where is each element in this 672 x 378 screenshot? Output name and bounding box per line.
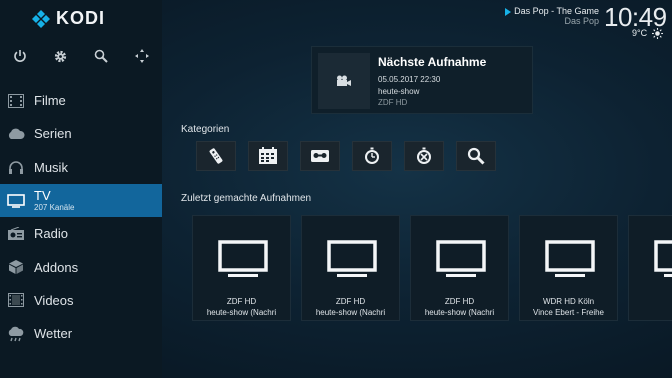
- recording-program: heute-show (Nachri: [206, 308, 277, 317]
- tv-icon: [327, 240, 377, 277]
- category-search[interactable]: [456, 141, 496, 171]
- sidebar-item-addons[interactable]: Addons: [0, 250, 162, 283]
- search-icon: [467, 147, 485, 165]
- sidebar-item-musik[interactable]: Musik: [0, 151, 162, 184]
- channel-count: 207 Kanäle: [34, 202, 75, 212]
- sidebar: KODI Filme Serien Musik TV 207 Kanäle Ra…: [0, 0, 162, 378]
- category-row: [196, 141, 496, 171]
- recording-card[interactable]: WDR HD Köln Vince Ebert - Freihe: [519, 215, 618, 321]
- tv-icon: [436, 240, 486, 277]
- sidebar-item-wetter[interactable]: Wetter: [0, 317, 162, 350]
- recording-channel: WDR HD Köln: [542, 297, 595, 306]
- sidebar-item-tv[interactable]: TV 207 Kanäle: [0, 183, 162, 218]
- logo-text: KODI: [56, 8, 105, 28]
- recordings-icon: [311, 150, 329, 162]
- recording-card[interactable]: ZDF HD heute-show (Nachri: [192, 215, 291, 321]
- camera-icon: [337, 75, 351, 86]
- recording-program: Vince Ebert - Freihe: [533, 308, 604, 317]
- kodi-logo-icon: [32, 9, 50, 28]
- sidebar-item-radio[interactable]: Radio: [0, 217, 162, 250]
- recent-recordings-list: ZDF HD heute-show (Nachri ZDF HD heute-s…: [192, 215, 672, 321]
- recording-card[interactable]: ZDF HD heute-show (Nachri: [301, 215, 400, 321]
- category-recordings[interactable]: [300, 141, 340, 171]
- kodi-logo[interactable]: KODI: [32, 8, 105, 29]
- now-playing[interactable]: Das Pop - The Game Das Pop: [503, 6, 599, 26]
- now-playing-channel: Das Pop: [564, 16, 599, 26]
- recording-channel: ZDF HD: [226, 297, 257, 306]
- tv-icon: [0, 193, 34, 208]
- next-recording-show: heute-show: [378, 87, 420, 96]
- timer-rules-icon: [417, 147, 431, 164]
- recording-thumbnail: [318, 53, 370, 109]
- recording-channel: ZDF HD: [335, 297, 366, 306]
- sidebar-item-label: Addons: [34, 259, 79, 275]
- timer-icon: [365, 147, 379, 164]
- sidebar-item-label: TV: [34, 188, 51, 204]
- tv-icon: [654, 240, 672, 277]
- addons-box-icon: [0, 259, 34, 275]
- recording-program: heute-show (Nachri: [424, 308, 495, 317]
- sidebar-item-serien[interactable]: Serien: [0, 117, 162, 150]
- temperature: 9°C: [632, 28, 648, 38]
- epg-guide-icon: [259, 147, 277, 164]
- weather-sun-icon: [652, 28, 663, 39]
- tv-icon: [218, 240, 268, 277]
- next-recording-card[interactable]: Nächste Aufnahme 05.05.2017 22:30 heute-…: [311, 46, 533, 114]
- next-recording-date: 05.05.2017 22:30: [378, 75, 441, 84]
- now-playing-title: Das Pop - The Game: [514, 6, 599, 16]
- search-icon[interactable]: [81, 46, 122, 66]
- headphones-icon: [0, 160, 34, 175]
- remote-icon: [209, 148, 223, 164]
- categories-heading: Kategorien: [181, 124, 230, 135]
- category-timer-rules[interactable]: [404, 141, 444, 171]
- sidebar-item-label: Radio: [34, 226, 68, 242]
- cloud-icon: [0, 128, 34, 140]
- tv-icon: [545, 240, 595, 277]
- film-icon: [0, 93, 34, 108]
- recording-card-partial[interactable]: [628, 215, 672, 321]
- category-timers[interactable]: [352, 141, 392, 171]
- power-icon[interactable]: [0, 46, 41, 66]
- video-strip-icon: [0, 293, 34, 308]
- recording-channel: ZDF HD: [444, 297, 475, 306]
- sidebar-item-label: Serien: [34, 126, 72, 142]
- sidebar-item-label: Musik: [34, 159, 68, 175]
- top-icon-bar: [0, 46, 162, 66]
- recording-card[interactable]: ZDF HD heute-show (Nachri: [410, 215, 509, 321]
- main-menu: Filme Serien Musik TV 207 Kanäle Radio A…: [0, 84, 162, 350]
- sidebar-item-label: Videos: [34, 292, 74, 308]
- gear-icon[interactable]: [41, 46, 82, 66]
- category-guide[interactable]: [248, 141, 288, 171]
- fullscreen-icon[interactable]: [122, 46, 163, 66]
- radio-icon: [0, 226, 34, 241]
- category-remote[interactable]: [196, 141, 236, 171]
- sidebar-item-label: Filme: [34, 93, 66, 109]
- sidebar-item-videos[interactable]: Videos: [0, 284, 162, 317]
- next-recording-heading: Nächste Aufnahme: [378, 55, 487, 69]
- weather-icon: [0, 326, 34, 342]
- next-recording-channel: ZDF HD: [378, 98, 408, 107]
- sidebar-item-label: Wetter: [34, 326, 73, 342]
- recent-recordings-heading: Zuletzt gemachte Aufnahmen: [181, 193, 312, 204]
- sidebar-item-filme[interactable]: Filme: [0, 84, 162, 117]
- recording-program: heute-show (Nachri: [315, 308, 386, 317]
